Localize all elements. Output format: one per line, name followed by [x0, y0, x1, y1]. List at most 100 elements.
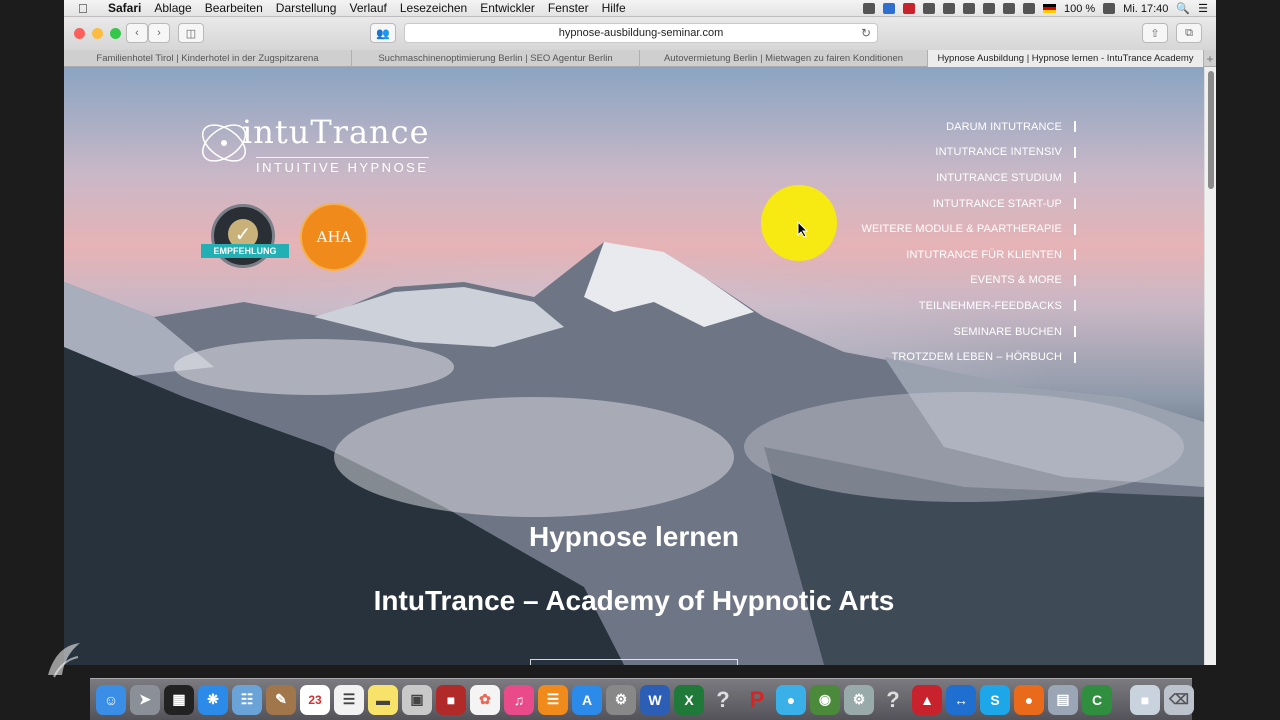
nav-item-feedbacks[interactable]: TEILNEHMER-FEEDBACKS — [861, 293, 1076, 319]
proven-expert-badge[interactable]: ✓ EMPFEHLUNG — [201, 204, 291, 274]
photo-icon[interactable]: ■ — [436, 684, 466, 715]
powerpoint-icon[interactable]: P — [742, 685, 772, 715]
close-window-button[interactable] — [74, 28, 85, 39]
nav-divider — [1074, 172, 1076, 184]
bluetooth-icon[interactable] — [982, 3, 995, 14]
nav-label: INTUTRANCE STUDIUM — [936, 171, 1062, 184]
sidebar-toggle-icon[interactable]: ◫ — [178, 23, 204, 43]
aha-badge[interactable]: AHA — [300, 203, 368, 271]
photo-booth-icon[interactable]: ▣ — [402, 684, 432, 715]
reader-icon[interactable]: 👥 — [370, 23, 396, 43]
ibooks-icon[interactable]: ☰ — [538, 684, 568, 715]
minimize-window-button[interactable] — [92, 28, 103, 39]
menu-darstellung[interactable]: Darstellung — [276, 1, 337, 15]
scrollbar-thumb[interactable] — [1208, 71, 1214, 189]
tab-autovermietung[interactable]: Autovermietung Berlin | Mietwagen zu fai… — [640, 50, 928, 67]
safari-icon[interactable]: ❋ — [198, 684, 228, 715]
nav-divider — [1074, 326, 1076, 338]
stickies-icon[interactable]: ▬ — [368, 684, 398, 715]
trash-icon[interactable]: ⌫ — [1164, 684, 1194, 715]
hero-button[interactable] — [530, 659, 738, 665]
word-icon[interactable]: W — [640, 684, 670, 715]
nav-item-seminare[interactable]: SEMINARE BUCHEN — [861, 319, 1076, 345]
tab-hypnose[interactable]: Hypnose Ausbildung | Hypnose lernen - In… — [928, 50, 1204, 67]
hero-subtitle: IntuTrance – Academy of Hypnotic Arts — [373, 585, 895, 616]
volume-icon[interactable] — [1022, 3, 1035, 14]
flag-de-icon[interactable] — [1042, 4, 1056, 13]
clock[interactable]: Mi. 17:40 — [1123, 3, 1168, 15]
acrobat-icon[interactable]: ▲ — [912, 684, 942, 715]
network-icon[interactable]: ◉ — [810, 684, 840, 715]
menu-bearbeiten[interactable]: Bearbeiten — [205, 1, 263, 15]
new-tab-button[interactable]: + — [1204, 50, 1216, 67]
share-icon[interactable]: ⇧ — [1142, 23, 1168, 43]
zoom-window-button[interactable] — [110, 28, 121, 39]
calendar-icon[interactable]: 23 — [300, 684, 330, 715]
apple-icon[interactable]:  — [78, 1, 100, 16]
wifi-icon[interactable] — [1002, 3, 1015, 14]
photos-icon[interactable]: ✿ — [470, 684, 500, 715]
excel-icon[interactable]: X — [674, 684, 704, 715]
menu-safari[interactable]: Safari — [108, 1, 141, 15]
nav-item-hoerbuch[interactable]: TROTZDEM LEBEN – HÖRBUCH — [861, 344, 1076, 370]
scanner-icon[interactable]: ▤ — [1048, 684, 1078, 715]
battery-label[interactable]: 100 % — [1064, 3, 1095, 15]
reminders-icon[interactable]: ☰ — [334, 684, 364, 715]
nav-divider — [1074, 198, 1076, 210]
logo-tagline: INTUITIVE HYPNOSE — [256, 157, 429, 175]
intutrance-logo[interactable]: intuTrance INTUITIVE HYPNOSE — [194, 107, 444, 179]
help-icon[interactable]: ? — [708, 685, 738, 715]
menu-fenster[interactable]: Fenster — [548, 1, 589, 15]
battery-icon[interactable] — [1103, 3, 1116, 14]
back-button[interactable]: ‹ — [126, 23, 148, 43]
launchpad-icon[interactable]: ➤ — [130, 684, 160, 715]
mission-control-icon[interactable]: ▦ — [164, 684, 194, 715]
spotlight-icon[interactable]: 🔍 — [1176, 2, 1190, 15]
help-icon[interactable]: ? — [878, 685, 908, 715]
teamviewer-icon[interactable]: ↔ — [946, 684, 976, 715]
tab-seo[interactable]: Suchmaschinenoptimierung Berlin | SEO Ag… — [352, 50, 640, 67]
address-bar[interactable]: hypnose-ausbildung-seminar.com ↻ — [404, 23, 878, 43]
web-page: intuTrance INTUITIVE HYPNOSE ✓ EMPFEHLUN… — [64, 67, 1204, 665]
messages-icon[interactable]: ● — [776, 684, 806, 715]
nav-label: EVENTS & MORE — [970, 274, 1062, 287]
nav-item-klienten[interactable]: INTUTRANCE FÜR KLIENTEN — [861, 242, 1076, 268]
status-icon[interactable] — [902, 3, 915, 14]
finder-icon[interactable]: ☺ — [96, 684, 126, 715]
dropbox-icon[interactable] — [942, 3, 955, 14]
nav-label: SEMINARE BUCHEN — [953, 325, 1062, 338]
nav-item-startup[interactable]: INTUTRANCE START-UP — [861, 191, 1076, 217]
firefox-icon[interactable]: ● — [1014, 684, 1044, 715]
system-preferences-icon[interactable]: ⚙ — [606, 684, 636, 715]
reload-icon[interactable]: ↻ — [861, 26, 871, 40]
skype-icon[interactable]: S — [980, 684, 1010, 715]
status-icon[interactable] — [882, 3, 895, 14]
page-scrollbar[interactable] — [1204, 67, 1216, 665]
menu-lesezeichen[interactable]: Lesezeichen — [400, 1, 467, 15]
nav-item-darum[interactable]: DARUM INTUTRANCE — [861, 114, 1076, 140]
folder-icon[interactable]: ■ — [1130, 684, 1160, 715]
nav-item-intensiv[interactable]: INTUTRANCE INTENSIV — [861, 140, 1076, 166]
itunes-icon[interactable]: ♫ — [504, 684, 534, 715]
status-icon[interactable] — [922, 3, 935, 14]
notes-icon[interactable]: ✎ — [266, 684, 296, 715]
forward-button[interactable]: › — [148, 23, 170, 43]
utility-icon[interactable]: ⚙ — [844, 684, 874, 715]
menu-entwickler[interactable]: Entwickler — [480, 1, 535, 15]
camtasia-icon[interactable]: C — [1082, 684, 1112, 715]
notification-center-icon[interactable]: ☰ — [1198, 2, 1208, 15]
time-machine-icon[interactable] — [962, 3, 975, 14]
preview-icon[interactable]: ☷ — [232, 684, 262, 715]
tab-familienhotel[interactable]: Familienhotel Tirol | Kinderhotel in der… — [64, 50, 352, 67]
menu-hilfe[interactable]: Hilfe — [602, 1, 626, 15]
nav-item-events[interactable]: EVENTS & MORE — [861, 268, 1076, 294]
status-icon[interactable] — [862, 3, 875, 14]
app-store-icon[interactable]: A — [572, 684, 602, 715]
nav-label: DARUM INTUTRANCE — [946, 120, 1062, 133]
menu-ablage[interactable]: Ablage — [154, 1, 191, 15]
menu-verlauf[interactable]: Verlauf — [349, 1, 386, 15]
nav-item-studium[interactable]: INTUTRANCE STUDIUM — [861, 165, 1076, 191]
browser-toolbar: ‹ › ◫ 👥 hypnose-ausbildung-seminar.com ↻… — [64, 17, 1216, 50]
nav-item-module[interactable]: WEITERE MODULE & PAARTHERAPIE — [861, 216, 1076, 242]
tabs-overview-icon[interactable]: ⧉ — [1176, 23, 1202, 43]
